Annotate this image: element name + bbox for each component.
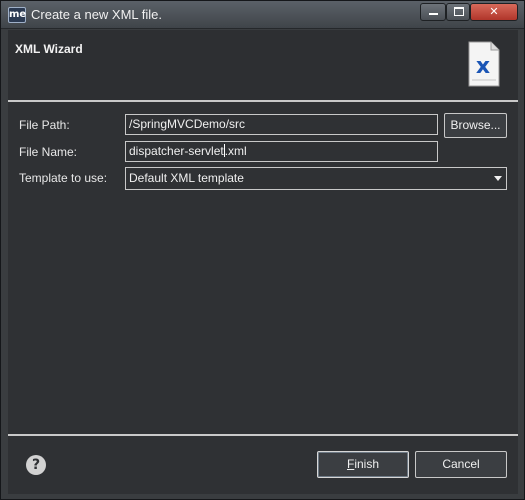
file-name-input[interactable]: dispatcher-servlet.xml <box>125 141 438 162</box>
dialog-window: me Create a new XML file. ✕ XML Wizard x… <box>0 0 525 500</box>
help-icon[interactable]: ? <box>26 455 46 475</box>
close-button[interactable]: ✕ <box>470 3 518 21</box>
browse-button[interactable]: Browse... <box>444 113 507 138</box>
page-title: XML Wizard <box>15 42 83 56</box>
maximize-icon <box>454 7 464 16</box>
chevron-down-icon[interactable] <box>494 176 502 181</box>
xml-icon-letter: x <box>476 54 490 79</box>
button-bar: ? Finish Cancel <box>8 436 518 494</box>
file-path-input[interactable]: /SpringMVCDemo/src <box>125 114 438 135</box>
file-path-label: File Path: <box>19 118 70 132</box>
file-name-text-start: dispatcher-servlet <box>129 144 224 158</box>
window-title: Create a new XML file. <box>31 7 163 22</box>
minimize-icon <box>429 13 438 15</box>
form-area: File Path: /SpringMVCDemo/src Browse... … <box>8 102 518 434</box>
app-logo-icon: me <box>8 7 26 23</box>
close-icon: ✕ <box>489 5 499 18</box>
wizard-header: XML Wizard x <box>8 30 518 100</box>
file-name-label: File Name: <box>19 145 78 159</box>
file-name-text-end: .xml <box>224 144 247 158</box>
template-select[interactable]: Default XML template <box>125 167 507 190</box>
template-label: Template to use: <box>19 171 108 185</box>
cancel-button[interactable]: Cancel <box>415 451 507 478</box>
maximize-button[interactable] <box>446 3 470 21</box>
xml-file-icon: x <box>468 41 500 87</box>
template-selected-value: Default XML template <box>129 171 244 185</box>
title-bar[interactable]: me Create a new XML file. ✕ <box>1 1 524 29</box>
minimize-button[interactable] <box>420 3 446 21</box>
finish-label: inish <box>354 457 380 471</box>
finish-button[interactable]: Finish <box>317 451 409 478</box>
